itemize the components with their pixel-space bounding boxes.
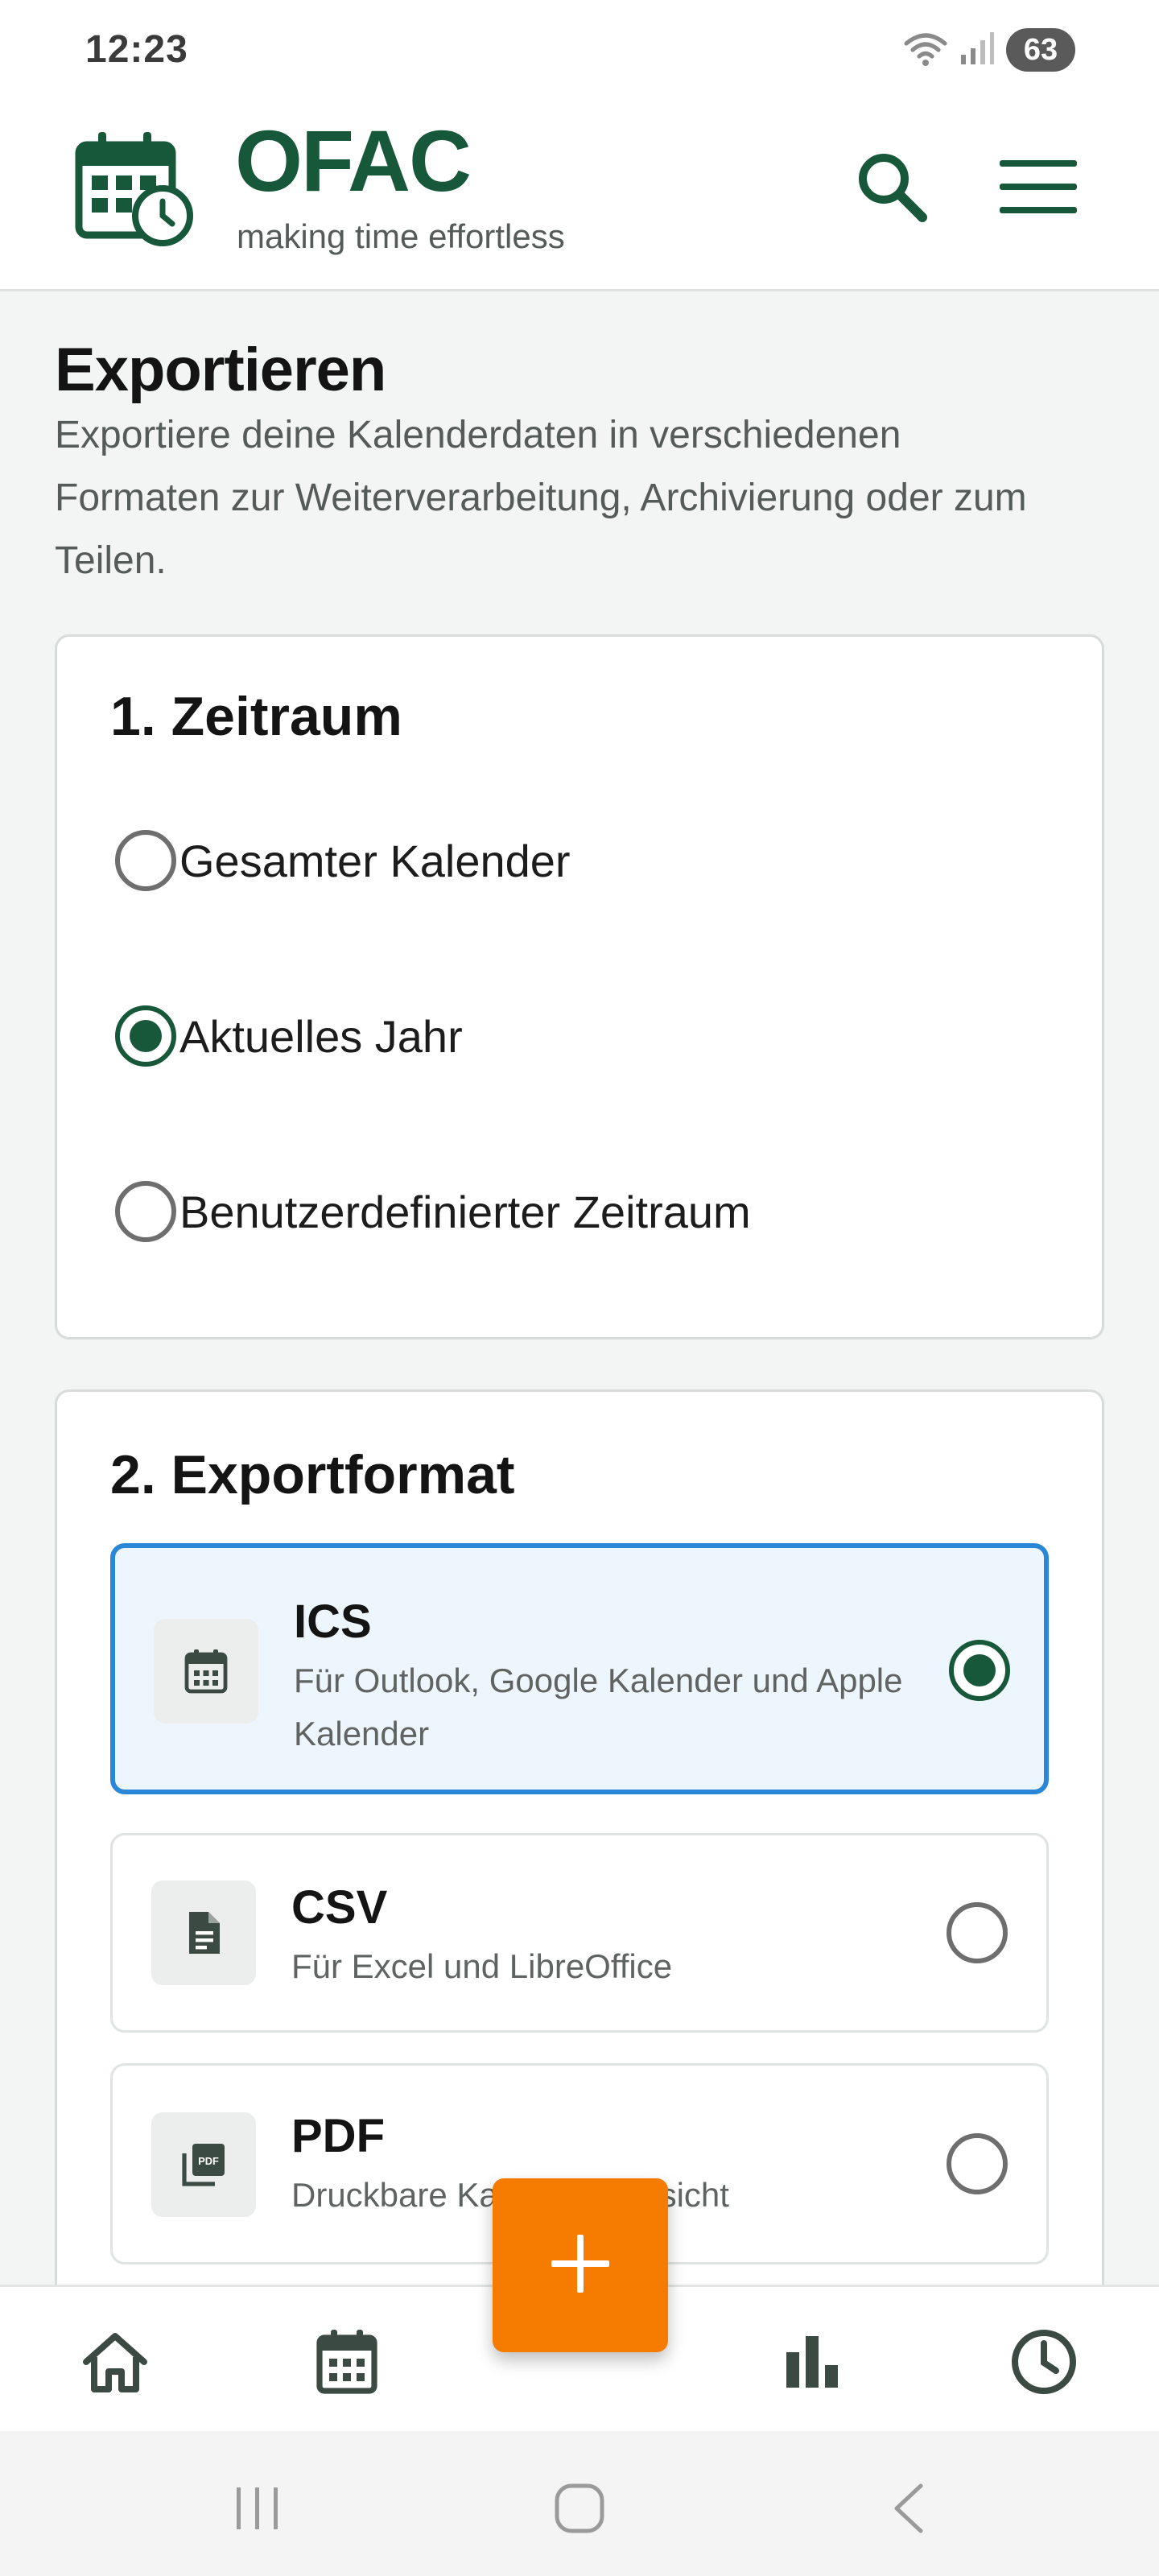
- document-icon: [151, 1880, 256, 1985]
- radio-button[interactable]: [947, 1902, 1008, 1963]
- menu-button[interactable]: [990, 140, 1087, 237]
- home-button[interactable]: [531, 2470, 628, 2550]
- plus-icon: [548, 2231, 612, 2300]
- format-name: PDF: [291, 2110, 385, 2162]
- format-option-ics[interactable]: ICS Für Outlook, Google Kalender und App…: [110, 1543, 1049, 1794]
- format-name: CSV: [291, 1881, 388, 1934]
- add-button[interactable]: [493, 2178, 668, 2352]
- recent-apps-icon: [233, 2486, 282, 2535]
- home-icon: [81, 2330, 149, 2398]
- main-content: Exportieren Exportiere deine Kalenderdat…: [0, 291, 1159, 2285]
- format-description: Für Excel und LibreOffice: [291, 1947, 673, 1985]
- home-circle-icon: [554, 2483, 605, 2538]
- page-description: Exportiere deine Kalenderdaten in versch…: [55, 414, 1027, 582]
- recent-apps-button[interactable]: [209, 2470, 306, 2550]
- radio-button-checked[interactable]: [949, 1640, 1010, 1701]
- back-chevron-icon: [890, 2483, 926, 2538]
- pdf-icon: PDF: [151, 2112, 256, 2217]
- svg-text:PDF: PDF: [198, 2155, 219, 2167]
- battery-indicator: 63: [1006, 28, 1075, 72]
- nav-home[interactable]: [71, 2319, 159, 2408]
- calendar-clock-logo-icon: [74, 127, 195, 248]
- app-header: OFAC making time effortless: [0, 100, 1159, 291]
- radio-button[interactable]: [115, 830, 176, 891]
- back-button[interactable]: [860, 2470, 956, 2550]
- radio-label: Benutzerdefinierter Zeitraum: [179, 1186, 751, 1237]
- clock-icon: [1009, 2327, 1079, 2401]
- exportformat-title: 2. Exportformat: [110, 1444, 515, 1505]
- format-name: ICS: [294, 1596, 372, 1648]
- radio-gesamter-kalender[interactable]: Gesamter Kalender: [115, 830, 571, 891]
- calendar-icon: [315, 2328, 379, 2400]
- status-time: 12:23: [85, 28, 188, 71]
- format-option-csv[interactable]: CSV Für Excel und LibreOffice: [110, 1833, 1049, 2033]
- radio-button[interactable]: [947, 2133, 1008, 2194]
- zeitraum-card: 1. Zeitraum Gesamter Kalender Aktuelles …: [55, 634, 1104, 1340]
- search-button[interactable]: [843, 140, 940, 237]
- wifi-icon: [903, 29, 948, 72]
- system-navigation-bar: [0, 2431, 1159, 2576]
- radio-label: Gesamter Kalender: [179, 835, 571, 886]
- hamburger-menu-icon: [1000, 159, 1077, 219]
- calendar-icon: [154, 1619, 258, 1724]
- radio-aktuelles-jahr[interactable]: Aktuelles Jahr: [115, 1005, 463, 1067]
- page-title: Exportieren: [55, 336, 386, 404]
- status-bar: 12:23 63: [0, 0, 1159, 100]
- bar-chart-icon: [783, 2333, 841, 2395]
- nav-statistics[interactable]: [768, 2319, 856, 2408]
- brand-tagline: making time effortless: [237, 217, 565, 255]
- brand-name: OFAC: [235, 112, 472, 209]
- radio-benutzerdefinierter-zeitraum[interactable]: Benutzerdefinierter Zeitraum: [115, 1181, 751, 1242]
- radio-button[interactable]: [115, 1181, 176, 1242]
- nav-calendar[interactable]: [303, 2319, 391, 2408]
- search-icon: [852, 147, 932, 231]
- zeitraum-title: 1. Zeitraum: [110, 686, 402, 747]
- radio-button-checked[interactable]: [115, 1005, 176, 1067]
- format-description: Für Outlook, Google Kalender und Apple K…: [294, 1662, 903, 1752]
- status-icons: 63: [903, 27, 1075, 72]
- signal-icon: [959, 31, 995, 70]
- nav-time[interactable]: [1000, 2319, 1088, 2408]
- exportformat-card: 2. Exportformat ICS Für Outlook, Google …: [55, 1389, 1104, 2285]
- radio-label: Aktuelles Jahr: [179, 1010, 463, 1062]
